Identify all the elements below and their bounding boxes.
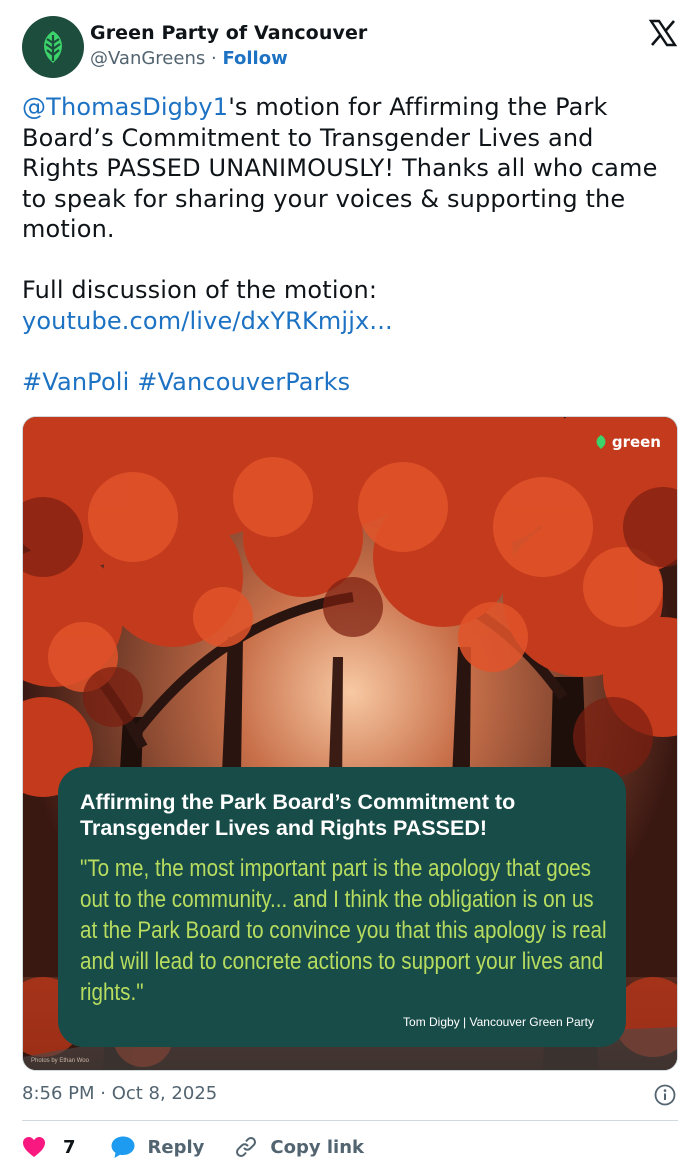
copy-link-label: Copy link <box>270 1136 364 1158</box>
tweet-text: @ThomasDigby1's motion for Affirming the… <box>22 92 662 397</box>
hashtag-vancouverparks[interactable]: #VancouverParks <box>137 368 350 396</box>
x-logo-icon[interactable] <box>648 18 678 48</box>
mention-link[interactable]: @ThomasDigby1 <box>22 93 228 121</box>
card-quote: "To me, the most important part is the a… <box>80 855 607 1006</box>
like-count: 7 <box>63 1136 76 1158</box>
quote-card: Affirming the Park Board’s Commitment to… <box>58 767 626 1047</box>
heart-icon <box>23 1137 45 1157</box>
discussion-label: Full discussion of the motion: <box>22 276 378 304</box>
hashtag-vanpoli[interactable]: #VanPoli <box>22 368 129 396</box>
photo-credit: Photos by Ethan Woo <box>31 1058 89 1064</box>
tweet-image[interactable]: green Affirming the Park Board’s Commitm… <box>22 416 678 1071</box>
watermark-text: green <box>611 433 661 451</box>
tweet-body: @ThomasDigby1's motion for Affirming the… <box>22 92 662 245</box>
timestamp[interactable]: 8:56 PM · Oct 8, 2025 <box>22 1083 217 1104</box>
handle-separator: · <box>210 48 217 69</box>
action-bar: 7 Reply Copy link <box>22 1132 364 1162</box>
handle-row: @VanGreens · Follow <box>90 48 288 69</box>
youtube-link[interactable]: youtube.com/live/dxYRKmjjx... <box>22 307 393 335</box>
green-party-watermark: green <box>594 433 661 451</box>
avatar[interactable] <box>22 16 84 78</box>
follow-button[interactable]: Follow <box>222 48 287 69</box>
leaf-icon <box>596 435 606 449</box>
reply-label: Reply <box>147 1136 205 1158</box>
card-attribution: Tom Digby | Vancouver Green Party <box>403 1015 594 1029</box>
link-icon <box>236 1137 257 1157</box>
card-title: Affirming the Park Board’s Commitment to… <box>80 790 516 840</box>
hashtags: #VanPoli #VancouverParks <box>22 367 662 398</box>
reply-button[interactable]: Reply <box>110 1135 205 1159</box>
divider <box>22 1120 678 1121</box>
account-name[interactable]: Green Party of Vancouver <box>90 22 367 44</box>
info-icon[interactable] <box>654 1084 676 1106</box>
copy-link-button[interactable]: Copy link <box>234 1135 364 1159</box>
like-button[interactable]: 7 <box>22 1136 76 1158</box>
account-handle[interactable]: @VanGreens <box>90 48 205 69</box>
reply-bubble-icon <box>111 1136 135 1158</box>
tweet-header: Green Party of Vancouver @VanGreens · Fo… <box>22 16 678 80</box>
leaf-logo-icon <box>44 31 62 63</box>
